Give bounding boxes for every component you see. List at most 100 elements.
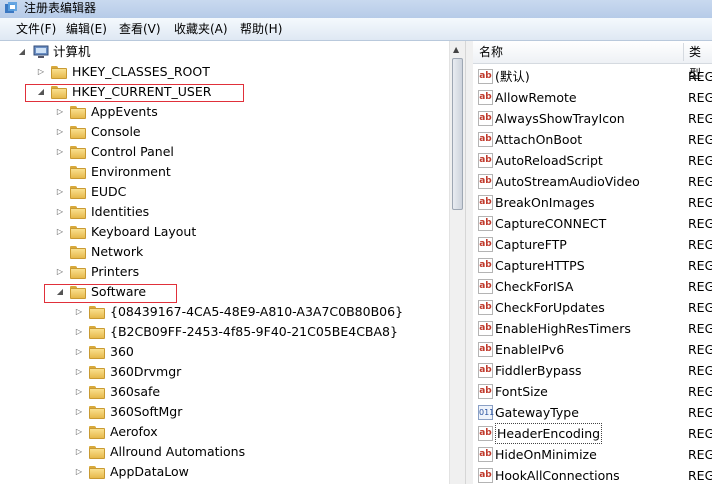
values-pane[interactable]: 名称 类型 ab (默认) REG ab AllowRemote REG ab AlwaysS… (473, 41, 712, 484)
tree-node-allround-automations[interactable]: ▷ Allround Automations (0, 442, 440, 462)
tree-node-computer[interactable]: ◢ 计算机 (0, 42, 440, 62)
value-row[interactable]: ab AlwaysShowTrayIcon REG (473, 108, 712, 129)
tree-label: Network (91, 244, 144, 259)
tree-node-guid-1[interactable]: ▷ {08439167-4CA5-48E9-A810-A3A7C0B80B06} (0, 302, 440, 322)
value-row[interactable]: ab AttachOnBoot REG (473, 129, 712, 150)
scroll-up-arrow-icon[interactable]: ▲ (453, 45, 459, 54)
value-row[interactable]: 011 GatewayType REG (473, 402, 712, 423)
menu-view[interactable]: 查看(V) (119, 18, 161, 40)
folder-icon (70, 146, 86, 159)
expand-arrow-icon[interactable]: ▷ (74, 307, 84, 317)
pane-splitter[interactable] (465, 41, 473, 484)
expand-arrow-icon[interactable]: ▷ (55, 267, 65, 277)
menu-help[interactable]: 帮助(H) (240, 18, 282, 40)
expand-arrow-icon[interactable]: ▷ (74, 387, 84, 397)
tree-node-guid-2[interactable]: ▷ {B2CB09FF-2453-4f85-9F40-21C05BE4CBA8} (0, 322, 440, 342)
string-value-icon: ab (478, 468, 493, 483)
value-row[interactable]: ab AutoStreamAudioVideo REG (473, 171, 712, 192)
string-value-icon: ab (478, 195, 493, 210)
expand-arrow-icon[interactable]: ▷ (55, 147, 65, 157)
tree-node-appevents[interactable]: ▷ AppEvents (0, 102, 440, 122)
tree-node-360[interactable]: ▷ 360 (0, 342, 440, 362)
tree-node-printers[interactable]: ▷ Printers (0, 262, 440, 282)
binary-value-icon: 011 (478, 405, 494, 420)
tree-node-360drvmgr[interactable]: ▷ 360Drvmgr (0, 362, 440, 382)
expand-arrow-icon[interactable]: ▷ (74, 407, 84, 417)
tree-node-environment[interactable]: Environment (0, 162, 440, 182)
tree-node-360safe[interactable]: ▷ 360safe (0, 382, 440, 402)
value-row[interactable]: ab CaptureCONNECT REG (473, 213, 712, 234)
value-row[interactable]: ab CaptureFTP REG (473, 234, 712, 255)
value-row[interactable]: ab AutoReloadScript REG (473, 150, 712, 171)
tree-node-keyboard-layout[interactable]: ▷ Keyboard Layout (0, 222, 440, 242)
tree-label: Allround Automations (110, 444, 246, 459)
value-row[interactable]: ab HookAllConnections REG (473, 465, 712, 484)
expand-arrow-icon[interactable]: ▷ (74, 367, 84, 377)
value-name: EnableIPv6 (495, 342, 565, 357)
tree-node-control-panel[interactable]: ▷ Control Panel (0, 142, 440, 162)
tree-node-eudc[interactable]: ▷ EUDC (0, 182, 440, 202)
menu-favorites[interactable]: 收藏夹(A) (174, 18, 228, 40)
value-type: REG (688, 69, 712, 84)
value-type: REG (688, 237, 712, 252)
folder-icon (51, 66, 67, 79)
value-row[interactable]: ab HideOnMinimize REG (473, 444, 712, 465)
tree-node-appdatalow[interactable]: ▷ AppDataLow (0, 462, 440, 482)
value-row[interactable]: ab CheckForISA REG (473, 276, 712, 297)
value-row[interactable]: ab FontSize REG (473, 381, 712, 402)
menu-file[interactable]: 文件(F) (16, 18, 56, 40)
expand-arrow-icon[interactable]: ▷ (74, 427, 84, 437)
value-row[interactable]: ab EnableIPv6 REG (473, 339, 712, 360)
tree-node-network[interactable]: Network (0, 242, 440, 262)
value-name: AutoStreamAudioVideo (495, 174, 640, 189)
folder-icon (89, 446, 105, 459)
registry-tree[interactable]: ◢ 计算机 ▷ HKEY_CLASSES_ROOT ◢ HKEY_CURRENT… (0, 41, 449, 484)
value-row[interactable]: ab HeaderEncoding REG (473, 423, 712, 444)
string-value-icon: ab (478, 342, 493, 357)
menu-edit[interactable]: 编辑(E) (66, 18, 107, 40)
tree-node-360softmgr[interactable]: ▷ 360SoftMgr (0, 402, 440, 422)
value-row[interactable]: ab BreakOnImages REG (473, 192, 712, 213)
tree-node-aerofox[interactable]: ▷ Aerofox (0, 422, 440, 442)
value-row[interactable]: ab AllowRemote REG (473, 87, 712, 108)
tree-node-console[interactable]: ▷ Console (0, 122, 440, 142)
column-divider[interactable] (683, 43, 684, 61)
value-row[interactable]: ab FiddlerBypass REG (473, 360, 712, 381)
value-name: BreakOnImages (495, 195, 595, 210)
string-value-icon: ab (478, 111, 493, 126)
expand-arrow-icon[interactable]: ▷ (55, 207, 65, 217)
value-name: FontSize (495, 384, 548, 399)
expand-arrow-icon[interactable]: ▷ (55, 187, 65, 197)
expand-arrow-icon[interactable]: ▷ (55, 127, 65, 137)
expand-arrow-icon[interactable]: ▷ (55, 107, 65, 117)
expand-arrow-icon[interactable]: ▷ (55, 227, 65, 237)
value-row[interactable]: ab (默认) REG (473, 66, 712, 87)
folder-icon (89, 366, 105, 379)
value-name: CaptureFTP (495, 237, 567, 252)
scrollbar-thumb[interactable] (452, 58, 463, 210)
tree-scrollbar[interactable]: ▲ (449, 41, 465, 484)
value-type: REG (688, 195, 712, 210)
value-name: HookAllConnections (495, 468, 620, 483)
value-name: FiddlerBypass (495, 363, 582, 378)
value-row[interactable]: ab CheckForUpdates REG (473, 297, 712, 318)
expand-arrow-icon[interactable]: ▷ (74, 467, 84, 477)
collapse-arrow-icon[interactable]: ◢ (17, 47, 27, 57)
tree-node-identities[interactable]: ▷ Identities (0, 202, 440, 222)
value-name: CheckForISA (495, 279, 574, 294)
value-type: REG (688, 300, 712, 315)
string-value-icon: ab (478, 258, 493, 273)
tree-label: Keyboard Layout (91, 224, 197, 239)
expand-arrow-icon[interactable]: ▷ (74, 347, 84, 357)
value-type: REG (688, 468, 712, 483)
value-row[interactable]: ab CaptureHTTPS REG (473, 255, 712, 276)
tree-node-hkcr[interactable]: ▷ HKEY_CLASSES_ROOT (0, 62, 440, 82)
value-row[interactable]: ab EnableHighResTimers REG (473, 318, 712, 339)
expand-arrow-icon[interactable]: ▷ (36, 67, 46, 77)
expand-arrow-icon[interactable]: ▷ (74, 327, 84, 337)
expand-arrow-icon[interactable]: ▷ (74, 447, 84, 457)
string-value-icon: ab (478, 426, 493, 441)
folder-icon (70, 226, 86, 239)
column-header-name[interactable]: 名称 (479, 41, 503, 63)
computer-icon (33, 45, 49, 58)
